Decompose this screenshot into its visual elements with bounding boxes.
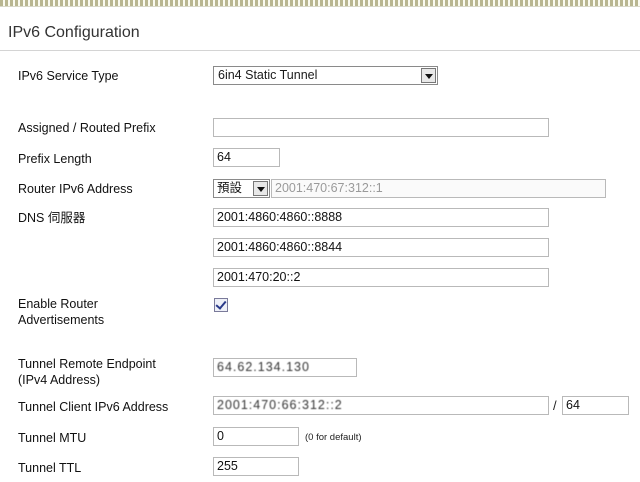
dns-input-1[interactable]: 2001:4860:4860::8888 xyxy=(213,208,549,227)
prefix-length-label: Prefix Length xyxy=(18,152,92,166)
router-ipv6-mode-value: 預設 xyxy=(217,181,243,195)
dns-input-3[interactable]: 2001:470:20::2 xyxy=(213,268,549,287)
chevron-down-icon[interactable] xyxy=(421,68,436,83)
mtu-input[interactable]: 0 xyxy=(213,427,299,446)
client-ipv6-label: Tunnel Client IPv6 Address xyxy=(18,400,169,414)
service-type-label: IPv6 Service Type xyxy=(18,69,119,83)
service-type-value: 6in4 Static Tunnel xyxy=(218,68,318,82)
remote-endpoint-label-line1: Tunnel Remote Endpoint xyxy=(18,357,156,371)
dns-input-2[interactable]: 2001:4860:4860::8844 xyxy=(213,238,549,257)
client-prefix-input[interactable]: 64 xyxy=(562,396,629,415)
title-divider xyxy=(0,50,640,51)
ttl-input[interactable]: 255 xyxy=(213,457,299,476)
prefix-slash: / xyxy=(553,398,557,413)
client-ipv6-input[interactable]: 2001:470:66:312::2 xyxy=(213,396,549,415)
chevron-down-icon[interactable] xyxy=(253,181,268,196)
mtu-label: Tunnel MTU xyxy=(18,431,87,445)
router-ipv6-input: 2001:470:67:312::1 xyxy=(271,179,606,198)
dns-label: DNS 伺服器 xyxy=(18,211,86,225)
router-adv-checkbox[interactable] xyxy=(214,298,228,312)
remote-endpoint-label: Tunnel Remote Endpoint (IPv4 Address) xyxy=(18,356,156,388)
ttl-label: Tunnel TTL xyxy=(18,461,82,475)
page-title: IPv6 Configuration xyxy=(8,24,140,41)
remote-endpoint-input[interactable]: 64.62.134.130 xyxy=(213,358,357,377)
routed-prefix-label: Assigned / Routed Prefix xyxy=(18,121,156,135)
service-type-select[interactable]: 6in4 Static Tunnel xyxy=(213,66,438,85)
remote-endpoint-label-line2: (IPv4 Address) xyxy=(18,373,100,387)
mtu-hint: (0 for default) xyxy=(305,432,362,443)
router-adv-label: Enable Router Advertisements xyxy=(18,296,104,328)
routed-prefix-input[interactable] xyxy=(213,118,549,137)
router-adv-label-line1: Enable Router xyxy=(18,297,98,311)
prefix-length-input[interactable]: 64 xyxy=(213,148,280,167)
router-ipv6-mode-select[interactable]: 預設 xyxy=(213,179,270,198)
client-ipv6-value: 2001:470:66:312::2 xyxy=(217,398,343,412)
router-ipv6-label: Router IPv6 Address xyxy=(18,182,133,196)
top-border xyxy=(0,0,640,7)
router-adv-label-line2: Advertisements xyxy=(18,313,105,327)
remote-endpoint-value: 64.62.134.130 xyxy=(217,360,310,374)
